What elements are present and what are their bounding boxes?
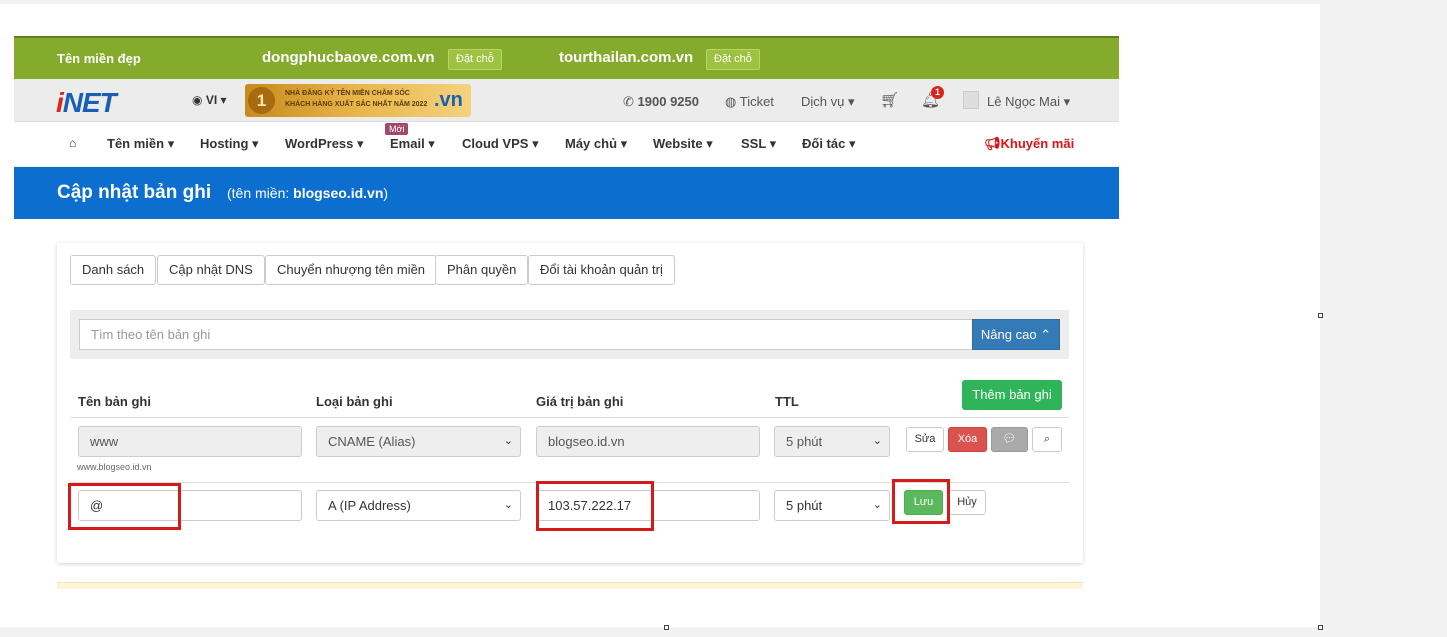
highlight-box-name	[68, 483, 181, 530]
dns-panel: Danh sách Cập nhật DNS Chuyển nhượng tên…	[57, 243, 1083, 563]
nav-hosting[interactable]: Hosting ▾	[200, 136, 259, 152]
globe-icon: ◉	[192, 93, 203, 107]
resize-handle[interactable]	[1318, 625, 1323, 630]
cart-icon[interactable]: 🛒︎	[880, 91, 899, 109]
caret-down-icon: ▾	[847, 94, 855, 109]
home-icon[interactable]: ⌂	[69, 136, 76, 150]
notice-strip	[57, 582, 1083, 589]
ttl-select[interactable]: 5 phút ⌄	[774, 426, 890, 457]
ticket-link[interactable]: ◍ Ticket	[725, 94, 774, 110]
chevron-down-icon: ⌄	[872, 435, 882, 447]
record-name-field[interactable]: www	[78, 426, 302, 457]
resize-handle[interactable]	[1318, 313, 1323, 318]
caret-down-icon: ▾	[1063, 94, 1071, 109]
header-record-name: Tên bản ghi	[78, 394, 151, 409]
nav-servers[interactable]: Máy chủ ▾	[565, 136, 627, 152]
delete-button[interactable]: Xóa	[948, 427, 987, 452]
nav-email[interactable]: Email ▾	[390, 136, 435, 152]
record-type-select[interactable]: CNAME (Alias) ⌄	[316, 426, 521, 457]
resize-handle[interactable]	[664, 625, 669, 630]
add-record-button[interactable]: Thêm bản ghi	[962, 380, 1062, 410]
promo-domain-1[interactable]: dongphucbaove.com.vn	[262, 49, 435, 66]
cancel-button[interactable]: Hủy	[948, 490, 986, 515]
page-banner: Cập nhật bản ghi (tên miền: blogseo.id.v…	[14, 167, 1119, 219]
comment-icon[interactable]: 💬︎	[991, 427, 1028, 452]
tab-permissions[interactable]: Phân quyền	[435, 255, 529, 285]
services-menu[interactable]: Dịch vụ ▾	[801, 94, 855, 110]
search-icon[interactable]: ⌕	[1032, 427, 1062, 452]
page-subtitle: (tên miền: blogseo.id.vn)	[227, 185, 389, 201]
nav-partners[interactable]: Đối tác ▾	[802, 136, 855, 152]
phone-icon: ✆	[623, 94, 634, 109]
top-bar: iNET ◉ VI ▾ 1 NHÀ ĐĂNG KÝ TÊN MIỀN CHĂM …	[14, 79, 1119, 122]
header-record-value: Giá trị bản ghi	[536, 394, 624, 409]
highlight-box-value	[536, 481, 654, 531]
promotion-link[interactable]: 📢︎Khuyến mãi	[984, 136, 1074, 152]
promo-label: Tên miền đẹp	[57, 51, 141, 66]
language-selector[interactable]: ◉ VI ▾	[192, 93, 227, 107]
nav-website[interactable]: Website ▾	[653, 136, 713, 152]
advanced-button[interactable]: Nâng cao ⌃	[972, 319, 1060, 350]
tab-list[interactable]: Danh sách	[70, 255, 157, 285]
tab-update-dns[interactable]: Cập nhật DNS	[157, 255, 265, 285]
nav-cloud-vps[interactable]: Cloud VPS ▾	[462, 136, 539, 152]
promo-bar: Tên miền đẹp dongphucbaove.com.vn Đặt ch…	[14, 36, 1119, 79]
reserve-button-2[interactable]: Đặt chỗ	[706, 49, 760, 70]
chevron-up-icon: ⌃	[1040, 327, 1052, 342]
web-page-frame: Tên miền đẹp dongphucbaove.com.vn Đặt ch…	[14, 36, 1119, 219]
vn-brand: .vn	[434, 89, 463, 111]
nav-domain[interactable]: Tên miền ▾	[107, 136, 174, 152]
record-type-select[interactable]: A (IP Address) ⌄	[316, 490, 521, 521]
award-banner[interactable]: 1 NHÀ ĐĂNG KÝ TÊN MIỀN CHĂM SÓC KHÁCH HÀ…	[245, 84, 471, 117]
chevron-down-icon: ⌄	[872, 499, 882, 511]
megaphone-icon: 📢︎	[984, 136, 1001, 151]
tab-transfer-domain[interactable]: Chuyển nhượng tên miền	[265, 255, 438, 285]
new-badge: Mới	[385, 123, 409, 135]
header-ttl: TTL	[775, 394, 799, 409]
notification-badge: 1	[931, 86, 944, 99]
award-line-2: KHÁCH HÀNG XUẤT SẮC NHẤT NĂM 2022	[285, 101, 428, 108]
award-line-1: NHÀ ĐĂNG KÝ TÊN MIỀN CHĂM SÓC	[285, 90, 410, 97]
chevron-down-icon: ⌄	[503, 435, 513, 447]
page-title: Cập nhật bản ghi	[57, 182, 212, 203]
user-menu[interactable]: Lê Ngọc Mai ▾	[987, 94, 1070, 110]
nav-ssl[interactable]: SSL ▾	[741, 136, 776, 152]
ttl-select[interactable]: 5 phút ⌄	[774, 490, 890, 521]
search-bar: Tìm theo tên bản ghi Nâng cao ⌃	[70, 310, 1069, 359]
record-fqdn-hint: www.blogseo.id.vn	[77, 462, 152, 472]
main-navigation: ⌂ Tên miền ▾ Hosting ▾ WordPress ▾ Mới E…	[14, 122, 1119, 167]
tab-change-admin[interactable]: Đổi tài khoản quản trị	[528, 255, 675, 285]
table-divider	[70, 417, 1069, 418]
chevron-down-icon: ⌄	[503, 499, 513, 511]
record-value-field[interactable]: blogseo.id.vn	[536, 426, 760, 457]
avatar[interactable]	[963, 91, 979, 109]
support-icon: ◍	[725, 94, 737, 109]
nav-wordpress[interactable]: WordPress ▾	[285, 136, 364, 152]
highlight-box-save	[892, 479, 950, 524]
promo-domain-2[interactable]: tourthailan.com.vn	[559, 49, 693, 66]
reserve-button-1[interactable]: Đặt chỗ	[448, 49, 502, 70]
document-canvas: Tên miền đẹp dongphucbaove.com.vn Đặt ch…	[0, 4, 1320, 627]
domain-name: blogseo.id.vn	[293, 185, 384, 201]
header-record-type: Loại bản ghi	[316, 394, 393, 409]
hotline[interactable]: ✆ 1900 9250	[623, 94, 699, 110]
caret-down-icon: ▾	[220, 93, 227, 107]
inet-logo[interactable]: iNET	[56, 87, 117, 119]
edit-button[interactable]: Sửa	[906, 427, 944, 452]
search-input[interactable]: Tìm theo tên bản ghi	[79, 319, 973, 350]
award-medal: 1	[248, 87, 275, 114]
